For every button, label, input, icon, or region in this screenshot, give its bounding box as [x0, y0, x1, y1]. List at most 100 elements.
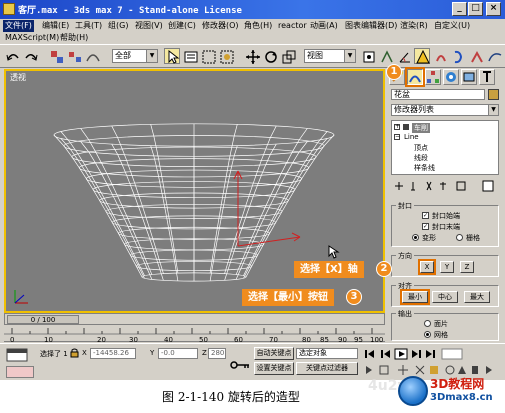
modifier-list-select[interactable]: 修改器列表 ▼	[391, 104, 499, 116]
menu-edit[interactable]: 编辑(E)	[40, 20, 71, 32]
curve-editor-icon[interactable]	[486, 48, 502, 64]
menu-tools[interactable]: 工具(T)	[73, 20, 104, 32]
patch-radio[interactable]	[424, 320, 431, 327]
bind-spacewarp-icon[interactable]	[84, 48, 100, 64]
key-filters-button[interactable]: 关键点过滤器	[296, 362, 358, 375]
motion-tab-icon[interactable]	[443, 69, 459, 85]
move-icon[interactable]	[244, 48, 260, 64]
x-coord-label: X	[82, 349, 87, 357]
morph-label: 变形	[422, 234, 436, 242]
maxscript-mini-listener[interactable]	[6, 366, 34, 378]
morph-radio[interactable]	[412, 234, 419, 241]
hierarchy-tab-icon[interactable]	[425, 69, 441, 85]
maximize-button[interactable]: □	[468, 2, 483, 16]
link-icon[interactable]	[48, 48, 64, 64]
auto-key-button[interactable]: 自动关键点	[254, 347, 294, 360]
mesh-radio[interactable]	[424, 331, 431, 338]
close-button[interactable]: ×	[486, 2, 501, 16]
track-bar[interactable]: 0 10 20 30 40 50 60 70 80 85 90 95 100	[4, 326, 385, 344]
menu-help[interactable]: 帮助(H)	[58, 32, 90, 44]
z-coord-label: Z	[202, 349, 207, 357]
lock-selection-icon[interactable]	[70, 348, 79, 358]
selection-filter-select[interactable]: 全部 ▼	[112, 49, 158, 63]
spinner-snap-icon[interactable]	[432, 48, 448, 64]
rotate-icon[interactable]	[262, 48, 278, 64]
menu-character[interactable]: 角色(H)	[242, 20, 274, 32]
percent-snap-icon[interactable]	[414, 48, 430, 64]
pivot-center-icon[interactable]	[360, 48, 376, 64]
chevron-down-icon: ▼	[488, 105, 498, 115]
cap-start-checkbox[interactable]: ✓	[422, 212, 429, 219]
menu-customize[interactable]: 自定义(U)	[432, 20, 472, 32]
output-group: 输出 面片 网格	[391, 309, 499, 341]
app-icon	[3, 3, 15, 15]
menu-create[interactable]: 创建(C)	[166, 20, 198, 32]
y-coord-field[interactable]: -0.0	[158, 348, 198, 359]
capping-group: 封口 ✓ 封口始端 ✓ 封口末端 变形 栅格	[391, 201, 499, 247]
stack-item-segment[interactable]: 线段	[414, 153, 428, 163]
maxscript-listener-icon[interactable]	[6, 347, 32, 363]
menu-maxscript[interactable]: MAXScript(M)	[3, 32, 61, 44]
window-crossing-icon[interactable]	[218, 48, 234, 64]
key-mode-select[interactable]: 选定对象	[296, 348, 358, 359]
named-selection-icon[interactable]	[468, 48, 484, 64]
undo-icon[interactable]	[4, 48, 20, 64]
object-name-field[interactable]: 花盆	[391, 89, 485, 100]
site-watermark: 4u2v 3D教程网 3Dmax8.cn	[368, 372, 505, 413]
display-tab-icon[interactable]	[461, 69, 477, 85]
caption-text: 图 2-1-140 旋转后的造型	[162, 390, 300, 404]
menu-views[interactable]: 视图(V)	[133, 20, 165, 32]
menu-graph-editors[interactable]: 图表编辑器(D)	[343, 20, 399, 32]
title-bar: 客厅.max - 3ds max 7 - Stand-alone License…	[0, 0, 505, 19]
direction-y-button[interactable]: Y	[440, 261, 454, 273]
direction-z-button[interactable]: Z	[460, 261, 474, 273]
utilities-tab-icon[interactable]	[479, 69, 495, 85]
direction-title: 方向	[396, 251, 414, 261]
mouse-cursor-icon	[328, 245, 340, 259]
callout-badge-3: 3	[346, 289, 362, 305]
menu-group[interactable]: 组(G)	[106, 20, 130, 32]
mirror-icon[interactable]	[450, 48, 466, 64]
stack-item-vertex[interactable]: 顶点	[414, 143, 428, 153]
menu-rendering[interactable]: 渲染(R)	[398, 20, 430, 32]
time-bar: 0 / 100	[4, 313, 385, 325]
z-coord-field[interactable]: 280.	[208, 348, 226, 359]
stack-item-spline[interactable]: 样条线	[414, 163, 435, 173]
snap-icon[interactable]	[378, 48, 394, 64]
expand-icon[interactable]: +	[394, 124, 400, 130]
set-key-button[interactable]: 设置关键点	[254, 362, 294, 375]
cap-end-checkbox[interactable]: ✓	[422, 223, 429, 230]
direction-x-button[interactable]: X	[418, 259, 436, 275]
object-color-swatch[interactable]	[488, 89, 499, 100]
select-by-name-icon[interactable]	[182, 48, 198, 64]
x-coord-field[interactable]: -14458.26	[90, 348, 136, 359]
menu-file[interactable]: 文件(F)	[3, 20, 34, 32]
time-slider[interactable]: 0 / 100	[7, 315, 79, 324]
grid-radio[interactable]	[456, 234, 463, 241]
redo-icon[interactable]	[22, 48, 38, 64]
align-max-button[interactable]: 最大	[464, 291, 490, 303]
modify-tab-icon[interactable]	[405, 67, 425, 87]
scale-icon[interactable]	[280, 48, 296, 64]
minimize-button[interactable]: _	[452, 2, 467, 16]
stack-toolbar	[391, 179, 499, 193]
menu-reactor[interactable]: reactor	[276, 20, 309, 32]
rect-selection-icon[interactable]	[200, 48, 216, 64]
stack-item-line[interactable]: Line	[404, 133, 419, 141]
reference-coord-select[interactable]: 视图 ▼	[304, 49, 356, 63]
align-group: 对齐 最小 中心 最大	[391, 281, 499, 307]
align-min-button[interactable]: 最小	[400, 289, 430, 305]
collapse-icon[interactable]: −	[394, 134, 400, 140]
watermark-site-url: 3Dmax8.cn	[430, 392, 493, 403]
unlink-icon[interactable]	[66, 48, 82, 64]
menu-animation[interactable]: 动画(A)	[308, 20, 340, 32]
bulb-icon[interactable]	[403, 124, 409, 130]
stack-item-lathe[interactable]: 车削	[412, 123, 430, 133]
menu-modifiers[interactable]: 修改器(O)	[200, 20, 241, 32]
modifier-stack: + 车削 − Line 顶点 线段 样条线	[391, 120, 499, 175]
select-object-icon[interactable]	[164, 48, 180, 64]
callout-badge-2: 2	[376, 261, 392, 277]
track-bar-ticks	[4, 328, 385, 335]
angle-snap-icon[interactable]	[396, 48, 412, 64]
align-center-button[interactable]: 中心	[432, 291, 458, 303]
